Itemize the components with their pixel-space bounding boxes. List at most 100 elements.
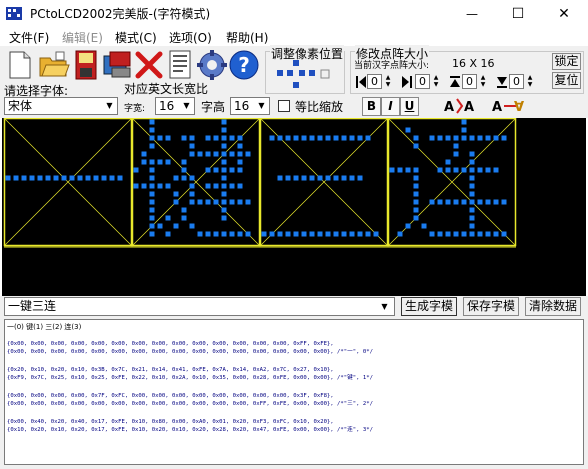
lock-button[interactable]: 锁定: [552, 53, 581, 70]
char-pixel: [429, 199, 435, 205]
char-pixel: [269, 135, 275, 141]
char-pixel: [101, 175, 107, 181]
char-pixel: [477, 167, 483, 173]
output-line: {0x20, 0x10, 0x20, 0x10, 0x3B, 0x7C, 0x2…: [7, 367, 334, 373]
spin-right-arrows[interactable]: ▲ ▼: [431, 74, 441, 89]
char-pixel: [229, 231, 235, 237]
char-pixel: [413, 175, 419, 181]
settings-gear-icon[interactable]: [196, 48, 228, 81]
output-area[interactable]: 一(0) 键(1) 三(2) 连(3) {0x00, 0x00, 0x00, 0…: [4, 319, 584, 465]
text-input[interactable]: 一键三连: [4, 297, 395, 316]
dot-matrix-canvas[interactable]: [2, 118, 586, 296]
char-pixel: [237, 199, 243, 205]
char-pixel: [357, 231, 363, 237]
char-pixel: [221, 151, 227, 157]
delete-icon[interactable]: [133, 48, 165, 81]
help-icon[interactable]: ?: [228, 48, 260, 81]
char-pixel: [461, 127, 467, 133]
char-pixel: [149, 143, 155, 149]
char-pixel: [197, 151, 203, 157]
char-pixel: [237, 183, 243, 189]
char-pixel: [149, 183, 155, 189]
generate-button[interactable]: 生成字模: [401, 297, 457, 316]
char-pixel: [293, 135, 299, 141]
chevron-down-icon[interactable]: ▼: [377, 299, 392, 314]
spin-up-value[interactable]: 0: [462, 74, 477, 89]
char-pixel: [221, 119, 227, 125]
menu-options[interactable]: 选项(O): [169, 29, 212, 46]
menu-edit[interactable]: 编辑(E): [62, 29, 103, 46]
char-pixel: [221, 199, 227, 205]
mirror-flip-icon[interactable]: A A: [440, 96, 480, 116]
save-data-button[interactable]: 保存字模: [463, 297, 519, 316]
char-pixel: [45, 175, 51, 181]
new-file-icon[interactable]: [4, 48, 36, 81]
char-pixel: [349, 231, 355, 237]
menu-help[interactable]: 帮助(H): [226, 29, 268, 46]
spin-up-arrows[interactable]: ▲ ▼: [478, 74, 488, 89]
char-pixel: [317, 175, 323, 181]
char-pixel: [325, 135, 331, 141]
char-pixel: [501, 199, 507, 205]
char-pixel: [453, 167, 459, 173]
save-disk-icon[interactable]: [70, 48, 102, 81]
char-pixel: [421, 223, 427, 229]
open-folder-icon[interactable]: [38, 48, 70, 81]
char-pixel: [149, 159, 155, 165]
char-pixel: [229, 135, 235, 141]
scale-checkbox-label: 等比缩放: [295, 100, 344, 114]
char-pixel: [189, 135, 195, 141]
italic-button[interactable]: I: [381, 97, 400, 116]
spin-down-arrows[interactable]: ▲ ▼: [525, 74, 535, 89]
width-select[interactable]: 16 ▼: [155, 97, 195, 115]
minimize-button[interactable]: —: [449, 0, 495, 27]
char-pixel: [429, 231, 435, 237]
menu-mode[interactable]: 模式(C): [115, 29, 157, 46]
char-pixel: [237, 167, 243, 173]
char-pixel: [461, 167, 467, 173]
pixel-shift-arrows[interactable]: [275, 58, 335, 92]
menu-file[interactable]: 文件(F): [9, 29, 49, 46]
char-pixel: [445, 135, 451, 141]
char-pixel: [501, 231, 507, 237]
char-pixel: [229, 183, 235, 189]
char-pixel: [285, 231, 291, 237]
font-select[interactable]: 宋体 ▼: [4, 97, 118, 115]
current-size-label: 当前汉字点阵大小:: [354, 61, 430, 71]
char-pixel: [277, 135, 283, 141]
rotate-flip-icon[interactable]: A A: [490, 96, 530, 116]
menu-bar: 文件(F) 编辑(E) 模式(C) 选项(O) 帮助(H): [0, 27, 588, 46]
char-pixel: [477, 135, 483, 141]
width-label: 字宽:: [124, 104, 146, 114]
bold-button[interactable]: B: [362, 97, 381, 116]
char-pixel: [221, 127, 227, 133]
toolbar: ? 调整像素位置 修改点阵大小 当前汉字点阵大小: 16 X 16 锁定 复位 …: [0, 45, 588, 118]
spin-right-value[interactable]: 0: [415, 74, 430, 89]
close-button[interactable]: ✕: [541, 0, 587, 27]
char-pixel: [413, 167, 419, 173]
spin-left-value[interactable]: 0: [367, 74, 382, 89]
restore-button[interactable]: 复位: [552, 72, 581, 89]
char-pixel: [149, 119, 155, 125]
char-pixel: [165, 135, 171, 141]
char-pixel: [173, 175, 179, 181]
scale-checkbox[interactable]: [278, 100, 290, 112]
char-pixel: [269, 231, 275, 237]
spin-down-value[interactable]: 0: [509, 74, 524, 89]
shrink-up-icon[interactable]: [449, 75, 461, 89]
shrink-left-icon[interactable]: [355, 75, 367, 89]
char-pixel: [69, 175, 75, 181]
char-pixel: [437, 199, 443, 205]
spin-left-arrows[interactable]: ▲ ▼: [383, 74, 393, 89]
maximize-button[interactable]: ☐: [495, 0, 541, 27]
save-as-icon[interactable]: [102, 48, 134, 81]
underline-button[interactable]: U: [400, 97, 419, 116]
char-pixel: [477, 199, 483, 205]
char-pixel: [493, 167, 499, 173]
grow-right-icon[interactable]: [401, 75, 413, 89]
properties-icon[interactable]: [164, 48, 196, 81]
grow-down-icon[interactable]: [496, 75, 508, 89]
height-select[interactable]: 16 ▼: [230, 97, 270, 115]
clear-data-button[interactable]: 清除数据: [525, 297, 581, 316]
char-pixel: [469, 199, 475, 205]
